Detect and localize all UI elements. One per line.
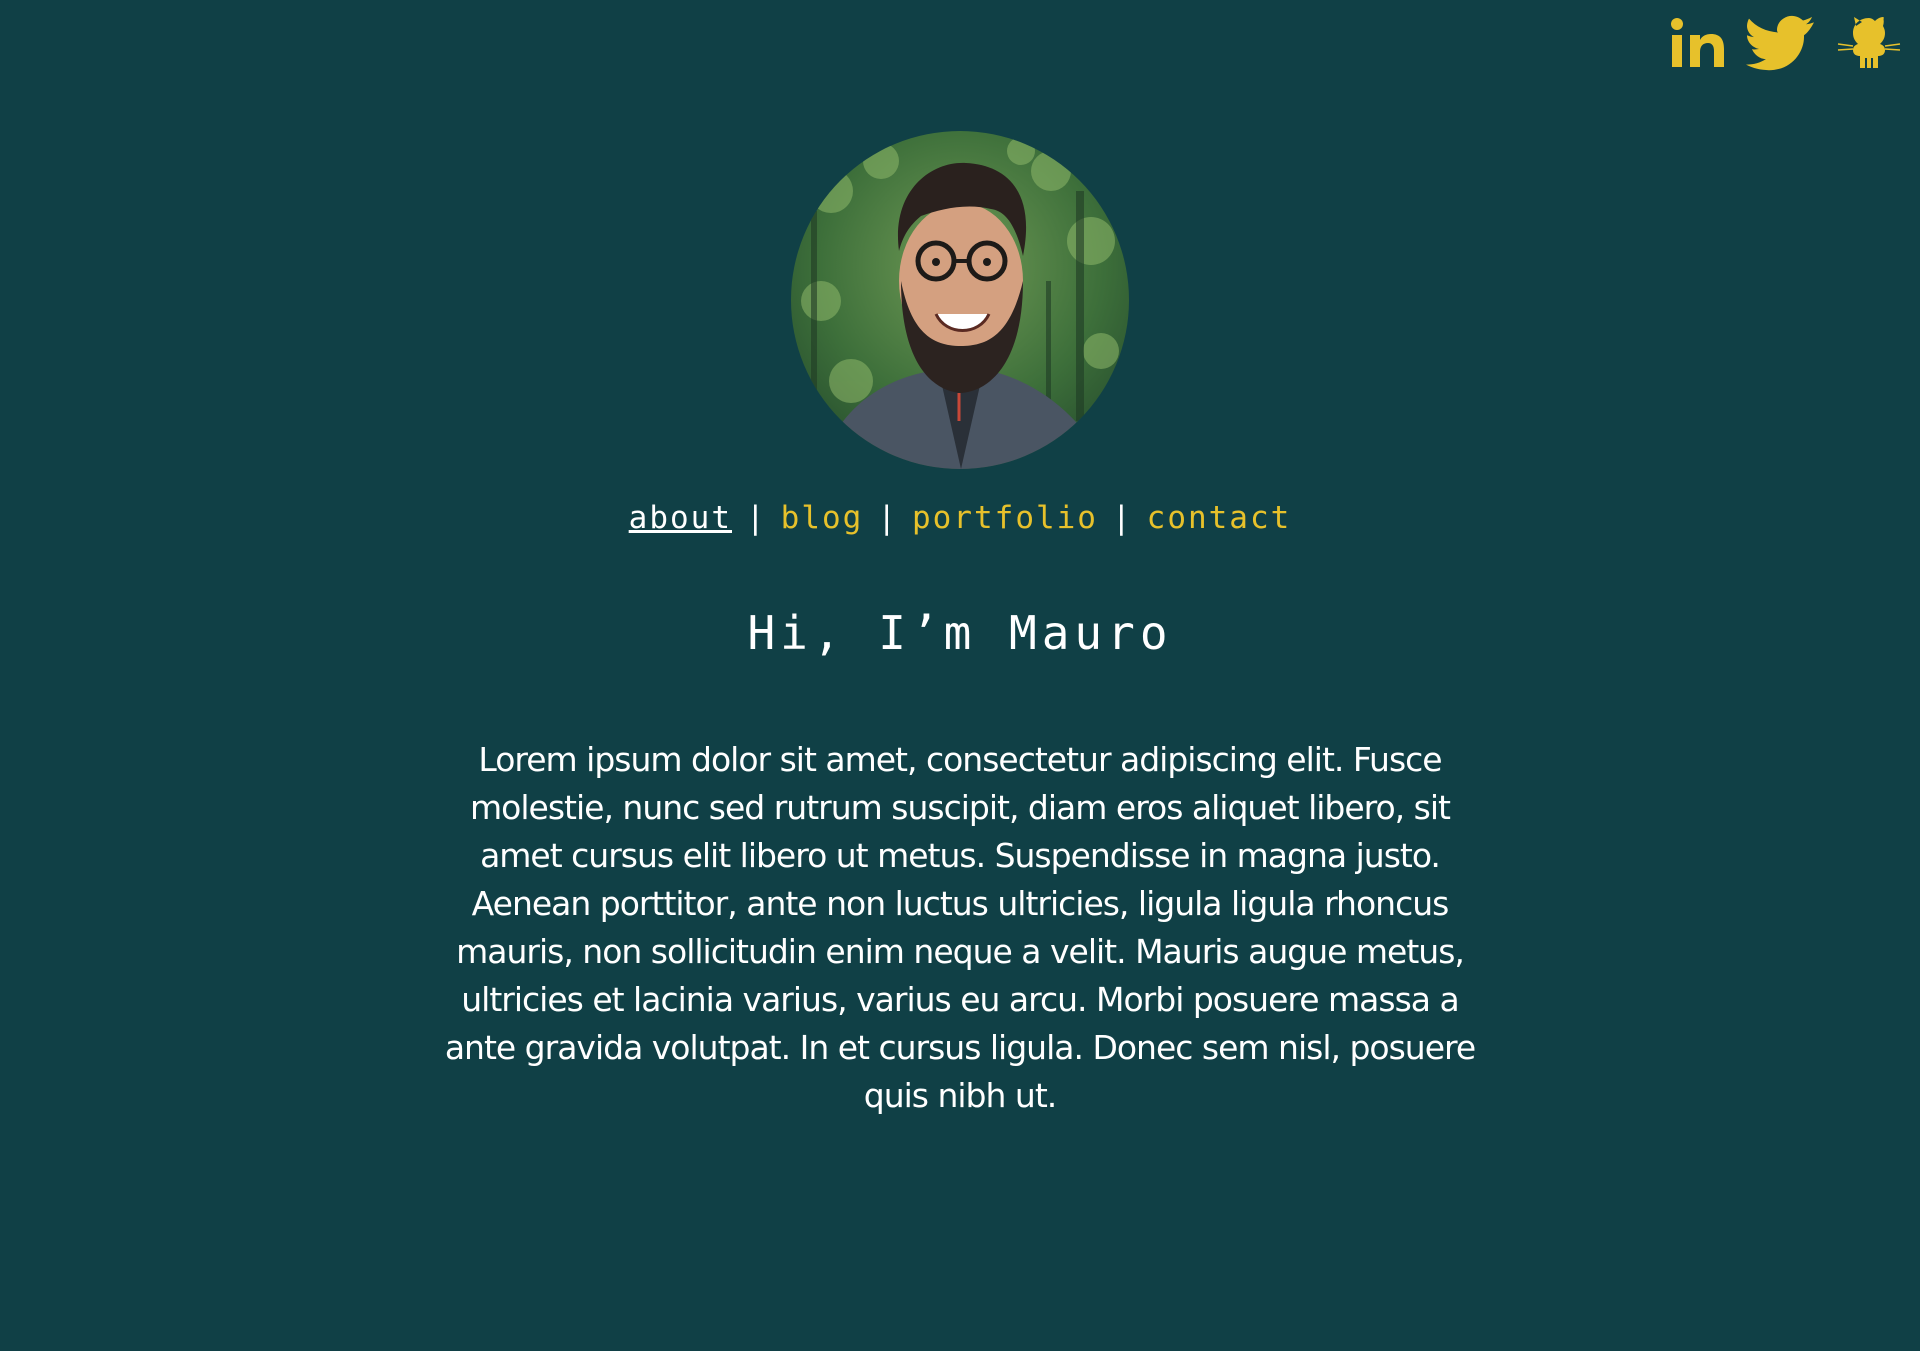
nav-blog[interactable]: blog bbox=[781, 500, 864, 536]
nav-separator: | bbox=[746, 500, 767, 536]
github-link[interactable] bbox=[1836, 14, 1902, 72]
social-links bbox=[1670, 14, 1902, 72]
avatar bbox=[791, 131, 1129, 469]
nav-portfolio[interactable]: portfolio bbox=[912, 500, 1098, 536]
linkedin-icon bbox=[1671, 18, 1724, 67]
page-title: Hi, I’m Mauro bbox=[747, 606, 1173, 660]
profile-photo bbox=[791, 131, 1129, 469]
nav-separator: | bbox=[1111, 500, 1133, 536]
main-nav: about | blog | portfolio | contact bbox=[0, 500, 1920, 536]
bio-text: Lorem ipsum dolor sit amet, consectetur … bbox=[444, 740, 1476, 1115]
twitter-icon bbox=[1746, 15, 1814, 71]
nav-contact[interactable]: contact bbox=[1147, 500, 1292, 536]
nav-about[interactable]: about bbox=[629, 500, 732, 536]
linkedin-link[interactable] bbox=[1670, 15, 1726, 71]
nav-separator: | bbox=[877, 500, 898, 536]
twitter-link[interactable] bbox=[1746, 15, 1816, 71]
github-octocat-icon bbox=[1837, 17, 1901, 68]
